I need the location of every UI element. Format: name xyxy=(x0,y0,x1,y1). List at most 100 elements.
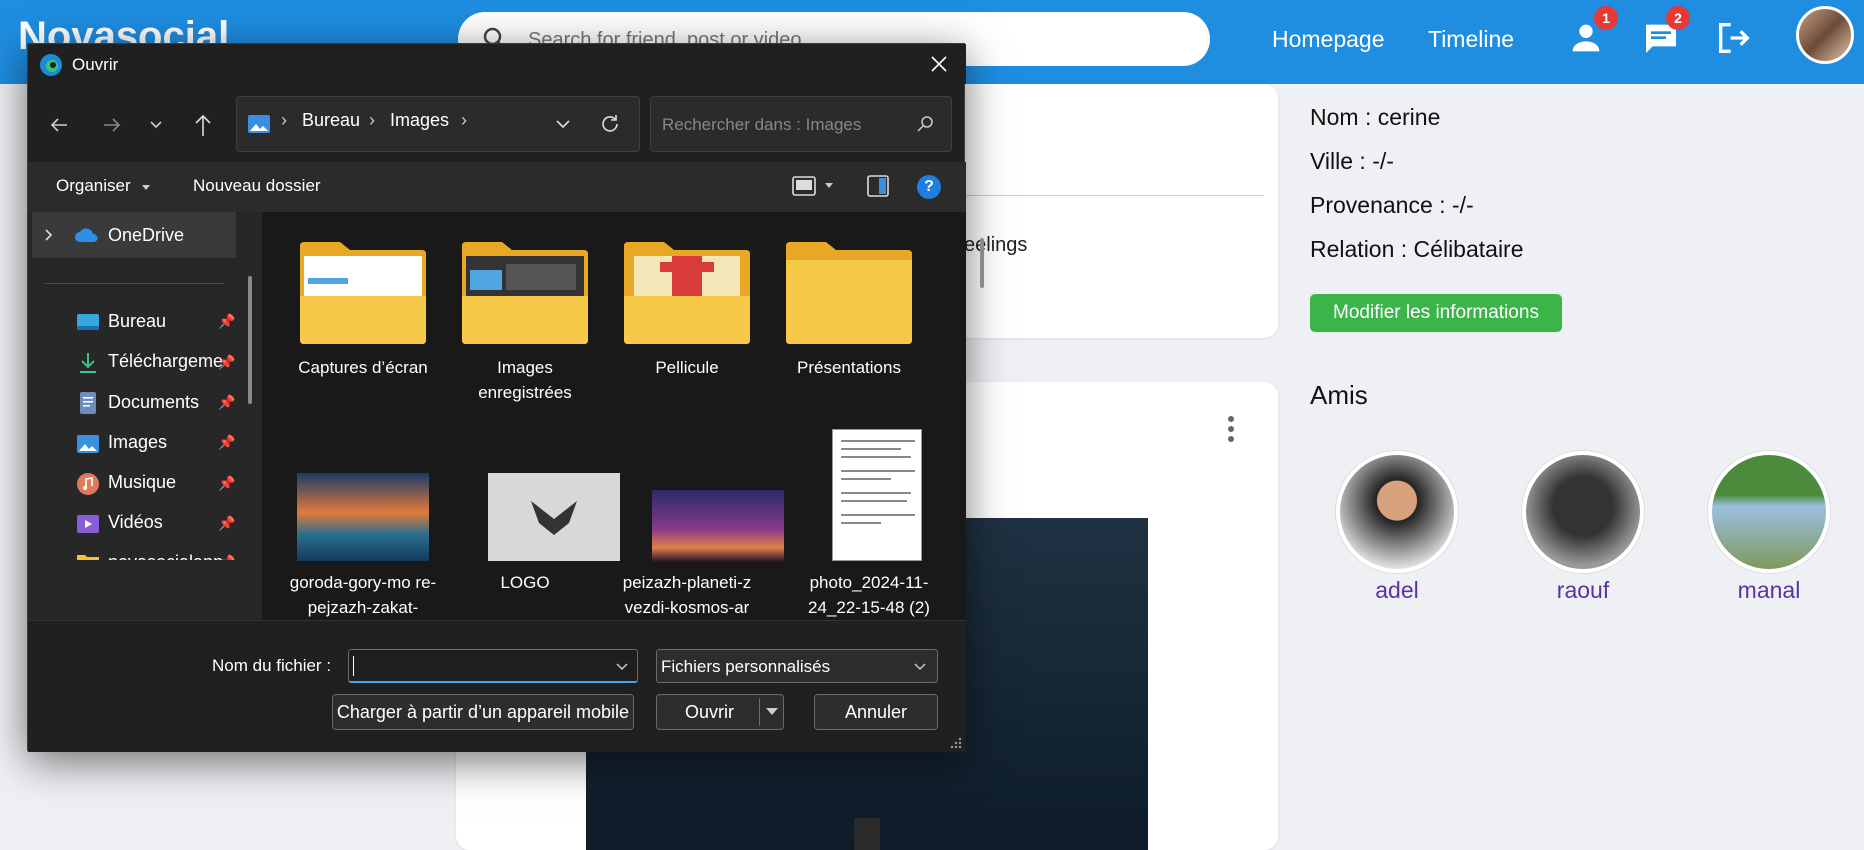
cancel-button[interactable]: Annuler xyxy=(814,694,938,730)
images-icon xyxy=(77,435,99,453)
sidebar-divider xyxy=(44,283,224,284)
more-options-icon[interactable] xyxy=(1228,416,1234,442)
file-label: Pellicule xyxy=(655,358,719,377)
dialog-search-placeholder: Rechercher dans : Images xyxy=(662,115,862,134)
friend-avatar-manal[interactable] xyxy=(1708,451,1830,573)
edit-info-button[interactable]: Modifier les informations xyxy=(1310,294,1562,332)
breadcrumb-separator-icon: › xyxy=(461,110,467,130)
forward-arrow-icon[interactable] xyxy=(101,114,123,136)
sidebar-item-label: novasocialapp xyxy=(108,552,223,560)
sidebar-item-label: Musique xyxy=(108,472,177,492)
logout-icon[interactable] xyxy=(1714,18,1754,58)
sidebar-item-label: Bureau xyxy=(108,311,167,331)
open-button[interactable]: Ouvrir xyxy=(656,694,784,730)
info-origin: Provenance : -/- xyxy=(1310,192,1474,218)
dialog-footer: Nom du fichier : Fichiers personnalisés … xyxy=(28,620,966,752)
sidebar-scrollbar[interactable] xyxy=(248,276,252,404)
navigation-pane: OneDrive Bureau 📌 Téléchargeme 📌 Documen… xyxy=(28,212,262,620)
file-thumbnail xyxy=(488,473,620,561)
new-folder-button[interactable]: Nouveau dossier xyxy=(193,176,321,196)
friend-name-adel[interactable]: adel xyxy=(1317,577,1477,604)
content-scrollbar[interactable] xyxy=(980,238,984,288)
organize-dropdown-icon[interactable] xyxy=(141,184,151,192)
sidebar-item-label: Téléchargeme xyxy=(108,351,224,371)
messages-badge: 2 xyxy=(1666,6,1690,30)
dialog-search-input[interactable]: Rechercher dans : Images xyxy=(650,96,952,152)
file-thumbnail xyxy=(832,429,922,561)
help-icon[interactable]: ? xyxy=(917,175,941,199)
folder-icon xyxy=(300,242,426,344)
friend-avatar-adel[interactable] xyxy=(1336,451,1458,573)
images-location-icon xyxy=(248,115,270,133)
file-label: peizazh-planeti-z vezdi-kosmos-ar xyxy=(622,573,752,617)
address-bar[interactable]: › Bureau › Images › xyxy=(236,96,640,152)
pin-icon: 📌 xyxy=(218,515,236,531)
file-label: Présentations xyxy=(797,358,901,377)
pin-icon: 📌 xyxy=(218,313,236,329)
pin-icon: 📌 xyxy=(218,475,236,491)
file-thumbnail xyxy=(297,473,429,561)
filetype-value: Fichiers personnalisés xyxy=(661,657,831,676)
sidebar-item-novasocialapp[interactable]: novasocialapp 📌 xyxy=(28,542,262,560)
filename-label: Nom du fichier : xyxy=(212,656,332,675)
view-mode-icon[interactable] xyxy=(791,174,817,198)
file-label: goroda-gory-mo re-pejzazh-zakat- xyxy=(289,573,437,617)
open-file-dialog: Ouvrir › Bureau › Images › Rechercher da… xyxy=(27,43,984,752)
filename-input[interactable] xyxy=(348,649,638,683)
filename-dropdown-icon[interactable] xyxy=(615,662,629,672)
file-label: photo_2024-11- 24_22-15-48 (2) xyxy=(808,573,930,617)
resize-grip-icon[interactable] xyxy=(950,737,962,749)
organize-button[interactable]: Organiser xyxy=(56,176,131,196)
folder-icon xyxy=(624,242,750,344)
open-dropdown-icon[interactable] xyxy=(765,707,779,717)
refresh-icon[interactable] xyxy=(599,113,621,135)
sidebar-item-label: Documents xyxy=(108,392,200,412)
filetype-dropdown-icon[interactable] xyxy=(913,662,927,672)
nav-homepage-link[interactable]: Homepage xyxy=(1272,26,1385,53)
expand-chevron-icon[interactable] xyxy=(44,228,54,242)
pin-icon: 📌 xyxy=(218,394,236,410)
friend-avatar-raouf[interactable] xyxy=(1522,451,1644,573)
sidebar-item-label: OneDrive xyxy=(108,225,185,245)
friends-title: Amis xyxy=(1310,380,1368,410)
address-dropdown-icon[interactable] xyxy=(555,117,571,131)
pin-icon: 📌 xyxy=(218,434,236,450)
folder-icon xyxy=(462,242,588,344)
split-divider xyxy=(759,698,760,726)
info-city: Ville : -/- xyxy=(1310,148,1394,174)
pin-icon: 📌 xyxy=(218,354,236,370)
friend-name-manal[interactable]: manal xyxy=(1689,577,1849,604)
avatar[interactable] xyxy=(1796,6,1854,64)
nav-timeline-link[interactable]: Timeline xyxy=(1428,26,1514,53)
file-label: LOGO xyxy=(500,573,550,592)
upload-from-mobile-button[interactable]: Charger à partir d’un appareil mobile xyxy=(332,694,634,730)
folder-icon xyxy=(77,555,99,560)
dialog-title: Ouvrir xyxy=(72,55,119,74)
dialog-titlebar: Ouvrir xyxy=(28,44,966,84)
file-label: Captures d’écran xyxy=(298,358,428,377)
open-button-label: Ouvrir xyxy=(685,702,734,722)
breadcrumb-bureau[interactable]: Bureau xyxy=(302,110,360,131)
sidebar-item-label: Vidéos xyxy=(108,512,163,532)
breadcrumb-separator-icon: › xyxy=(281,110,287,130)
preview-pane-icon[interactable] xyxy=(866,174,890,198)
edge-icon xyxy=(40,54,62,76)
view-dropdown-icon[interactable] xyxy=(824,182,834,190)
folder-icon xyxy=(786,242,912,344)
up-arrow-icon[interactable] xyxy=(192,112,214,138)
close-icon[interactable] xyxy=(930,55,948,73)
documents-icon xyxy=(80,392,96,414)
info-relation: Relation : Célibataire xyxy=(1310,236,1524,262)
breadcrumb-separator-icon: › xyxy=(369,110,375,130)
download-icon xyxy=(80,353,96,373)
file-list: Captures d’écran Images enregistrées Pel… xyxy=(262,212,984,620)
pin-icon: 📌 xyxy=(218,554,235,560)
search-icon xyxy=(917,116,933,132)
breadcrumb-images[interactable]: Images xyxy=(390,110,449,131)
filetype-select[interactable]: Fichiers personnalisés xyxy=(656,649,938,683)
recent-locations-chevron-icon[interactable] xyxy=(148,118,164,132)
sidebar-item-onedrive[interactable]: OneDrive xyxy=(32,212,236,258)
friend-name-raouf[interactable]: raouf xyxy=(1503,577,1663,604)
back-arrow-icon[interactable] xyxy=(48,114,70,136)
command-bar: Organiser Nouveau dossier ? xyxy=(28,162,966,212)
